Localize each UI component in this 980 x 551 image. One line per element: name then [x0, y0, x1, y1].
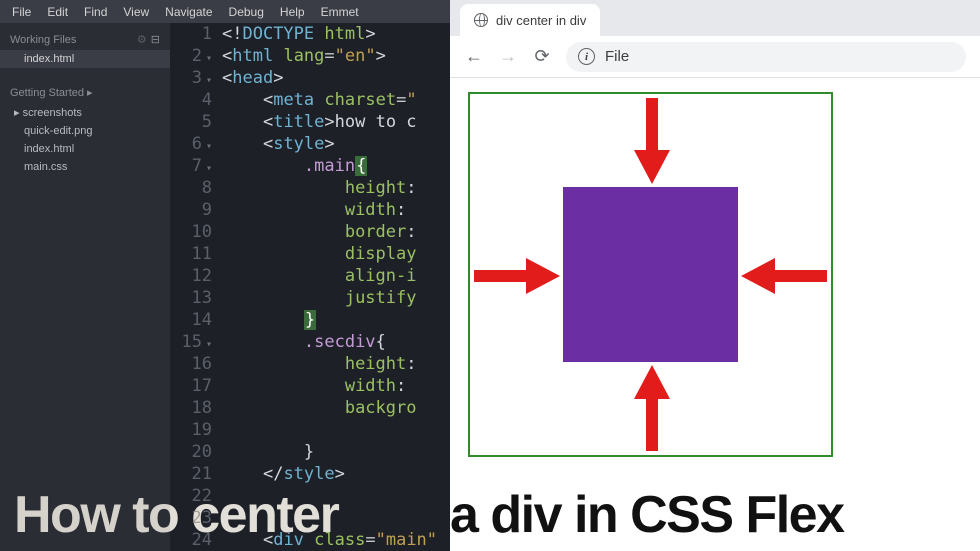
arrow-left-right — [741, 256, 827, 296]
getting-started-label: Getting Started — [10, 87, 84, 99]
tab-title: div center in div — [496, 13, 586, 28]
browser-pane: div center in div ← → ⟳ i File — [450, 0, 980, 551]
tab-strip: div center in div — [450, 0, 980, 36]
omnibox-text: File — [605, 48, 629, 65]
menu-navigate[interactable]: Navigate — [157, 5, 220, 19]
arrow-right-left — [474, 256, 560, 296]
sidebar: Working Files ⚙⊟ index.html Getting Star… — [0, 23, 170, 551]
code-area[interactable]: 123456789101112131415161718192021222324 … — [170, 23, 450, 551]
info-icon[interactable]: i — [578, 48, 595, 65]
browser-tab[interactable]: div center in div — [460, 4, 600, 36]
working-file-item[interactable]: index.html — [0, 50, 170, 68]
arrow-down-top — [632, 98, 672, 184]
file-item[interactable]: index.html — [0, 140, 170, 158]
overlay-caption-right: a div in CSS Flex — [450, 485, 980, 545]
gutter: 123456789101112131415161718192021222324 — [170, 23, 222, 551]
sidebar-controls[interactable]: ⚙⊟ — [137, 33, 160, 46]
collapse-icon[interactable]: ⊟ — [151, 34, 160, 46]
code-editor-pane: FileEditFindViewNavigateDebugHelpEmmet W… — [0, 0, 450, 551]
file-item[interactable]: main.css — [0, 158, 170, 176]
arrow-up-bottom — [632, 365, 672, 451]
sec-div — [563, 187, 738, 362]
address-bar: ← → ⟳ i File — [450, 36, 980, 78]
menu-edit[interactable]: Edit — [39, 5, 76, 19]
code-content[interactable]: <!DOCTYPE html><html lang="en"><head> <m… — [222, 23, 450, 551]
gear-icon[interactable]: ⚙ — [137, 34, 147, 46]
main-div — [468, 92, 833, 457]
working-files-header: Working Files ⚙⊟ — [0, 29, 170, 50]
menu-help[interactable]: Help — [272, 5, 313, 19]
working-files-label: Working Files — [10, 34, 76, 46]
menu-file[interactable]: File — [4, 5, 39, 19]
reload-button[interactable]: ⟳ — [532, 47, 552, 67]
rendered-page — [450, 78, 980, 551]
file-item[interactable]: quick-edit.png — [0, 122, 170, 140]
forward-button[interactable]: → — [498, 47, 518, 67]
getting-started-header[interactable]: Getting Started ▸ — [0, 82, 170, 103]
folder-screenshots[interactable]: ▸ screenshots — [0, 103, 170, 122]
menu-debug[interactable]: Debug — [221, 5, 272, 19]
menu-emmet[interactable]: Emmet — [313, 5, 367, 19]
menu-view[interactable]: View — [115, 5, 157, 19]
folder-label: screenshots — [23, 107, 82, 119]
back-button[interactable]: ← — [464, 47, 484, 67]
omnibox[interactable]: i File — [566, 42, 966, 72]
menu-find[interactable]: Find — [76, 5, 115, 19]
menu-bar: FileEditFindViewNavigateDebugHelpEmmet — [0, 0, 450, 23]
globe-icon — [474, 13, 488, 27]
